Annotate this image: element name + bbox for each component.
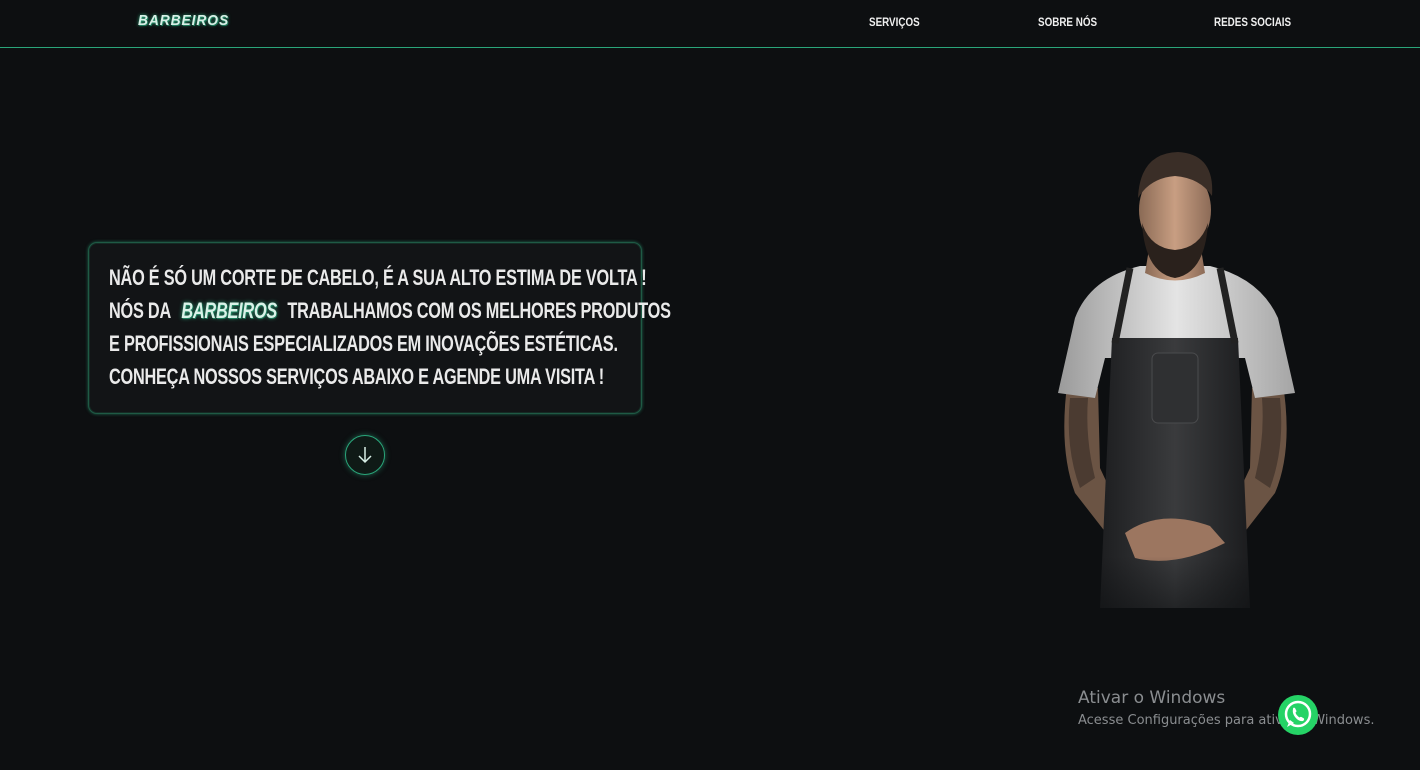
hero-line-2-end: TRABALHAMOS COM OS MELHORES PRODUTOS [287,298,671,323]
top-navbar: BARBEIROS SERVIÇOS SOBRE NÓS REDES SOCIA… [0,0,1420,48]
hero-line-1: NÃO É SÓ UM CORTE DE CABELO, É A SUA ALT… [109,265,647,290]
nav-link-servicos[interactable]: SERVIÇOS [869,15,920,29]
hero-line-4: CONHEÇA NOSSOS SERVIÇOS ABAIXO E AGENDE … [109,364,605,389]
brand-logo[interactable]: BARBEIROS [138,12,229,29]
windows-activation-title: Ativar o Windows [1078,688,1226,708]
hero-text-card: NÃO É SÓ UM CORTE DE CABELO, É A SUA ALT… [88,242,671,414]
hero-brand-name: BARBEIROS [181,298,278,323]
hero-line-3: E PROFISSIONAIS ESPECIALIZADOS EM INOVAÇ… [109,331,618,356]
landing-page: BARBEIROS SERVIÇOS SOBRE NÓS REDES SOCIA… [0,0,1420,770]
barber-image [1050,148,1300,658]
whatsapp-icon[interactable] [1277,694,1319,736]
hero-line-2-start: NÓS DA [109,298,171,323]
hero-line-2: NÓS DA BARBEIROS TRABALHAMOS COM OS MELHOR… [109,298,671,324]
nav-link-redes-sociais[interactable]: REDES SOCIAIS [1214,15,1291,29]
scroll-down-button[interactable] [345,435,385,475]
windows-activation-subtitle: Acesse Configurações para ativar o Windo… [1078,713,1375,728]
arrow-down-icon [358,447,372,464]
nav-link-sobre-nos[interactable]: SOBRE NÓS [1038,15,1097,29]
